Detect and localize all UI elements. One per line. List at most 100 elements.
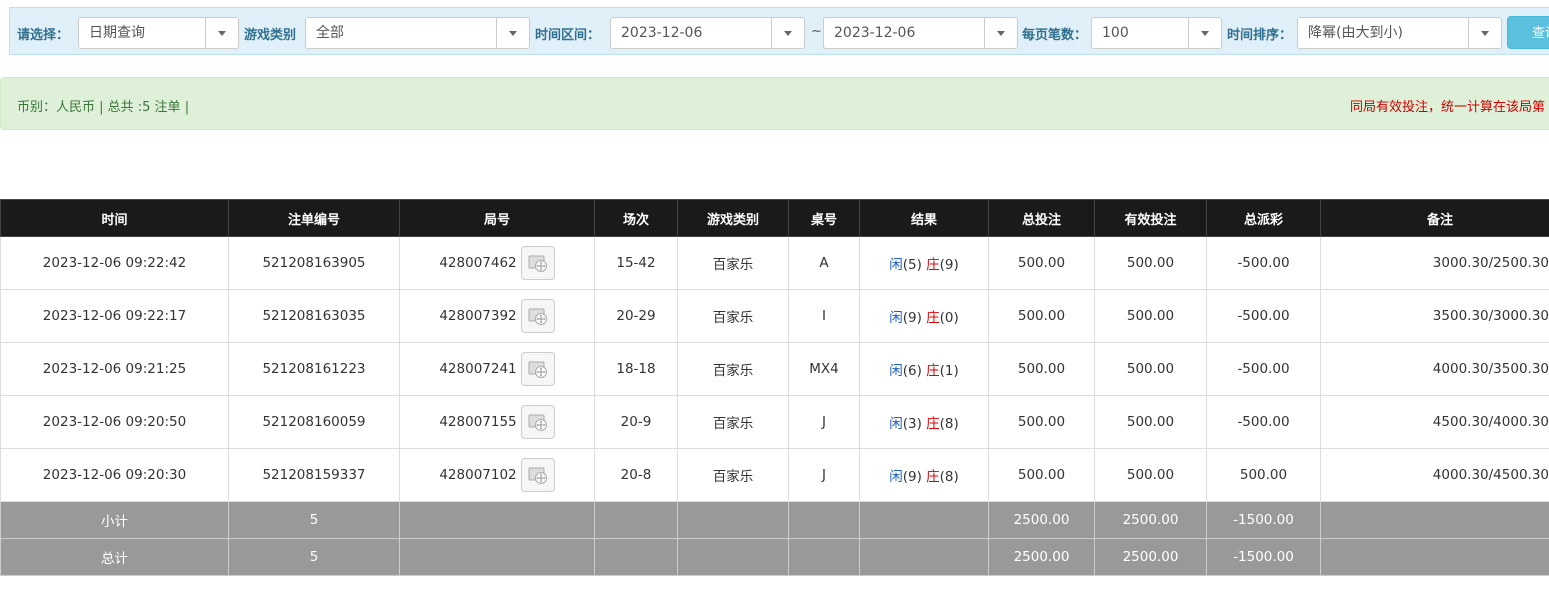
round-number: 428007462 — [439, 255, 517, 271]
total-label: 总计 — [0, 538, 229, 576]
banker-label: 庄 — [926, 310, 940, 326]
cell-game: 百家乐 — [677, 395, 789, 449]
total-count: 5 — [228, 538, 400, 576]
player-label: 闲 — [889, 310, 903, 326]
cell-bet-id: 521208163905 — [228, 236, 400, 290]
banker-score: (8) — [939, 469, 959, 485]
cell-result: 闲(6) 庄(1) — [859, 342, 989, 396]
cell-session: 20-29 — [594, 289, 678, 343]
game-type-value: 全部 — [316, 25, 344, 41]
banker-label: 庄 — [926, 363, 940, 379]
cell-session: 20-9 — [594, 395, 678, 449]
cell-game: 百家乐 — [677, 236, 789, 290]
query-type-value: 日期查询 — [89, 25, 145, 41]
cell-time: 2023-12-06 09:20:30 — [0, 448, 229, 502]
cell-payout: -500.00 — [1206, 342, 1321, 396]
player-label: 闲 — [889, 469, 903, 485]
cell-payout: -500.00 — [1206, 395, 1321, 449]
query-button[interactable]: 查询 — [1507, 16, 1549, 49]
start-date-select[interactable]: 2023-12-06 — [610, 17, 805, 49]
header-payout: 总派彩 — [1206, 199, 1321, 237]
subtotal-payout: -1500.00 — [1206, 501, 1321, 539]
banker-score: (9) — [939, 257, 959, 273]
banker-score: (8) — [939, 416, 959, 432]
game-type-label: 游戏类别 — [244, 28, 297, 43]
cell-round: 428007462 — [399, 236, 595, 290]
total-row: 总计 5 2500.00 2500.00 -1500.00 — [0, 538, 1549, 576]
banker-score: (1) — [939, 363, 959, 379]
cell-result: 闲(5) 庄(9) — [859, 236, 989, 290]
header-valid-bet: 有效投注 — [1094, 199, 1207, 237]
sort-value: 降幂(由大到小) — [1308, 25, 1403, 41]
cell-note: 3000.30/2500.30 — [1320, 236, 1549, 290]
cell-total-bet: 500.00 — [988, 448, 1095, 502]
video-replay-icon[interactable] — [520, 458, 555, 492]
subtotal-valid-bet: 2500.00 — [1094, 501, 1207, 539]
cell-note: 4000.30/3500.30 — [1320, 342, 1549, 396]
time-range-label: 时间区间： — [535, 28, 601, 43]
video-replay-icon[interactable] — [520, 405, 555, 439]
cell-valid-bet: 500.00 — [1094, 289, 1207, 343]
cell-round: 428007155 — [399, 395, 595, 449]
chevron-down-icon — [984, 18, 1017, 48]
total-payout: -1500.00 — [1206, 538, 1321, 576]
cell-table-no: MX4 — [788, 342, 860, 396]
summary-alert: 币别：人民币 | 总共 :5 注单 | 同局有效投注，统一计算在该局第 — [0, 77, 1549, 130]
query-type-select[interactable]: 日期查询 — [78, 17, 239, 49]
video-replay-icon[interactable] — [520, 246, 555, 280]
total-total-bet: 2500.00 — [988, 538, 1095, 576]
cell-valid-bet: 500.00 — [1094, 448, 1207, 502]
subtotal-label: 小计 — [0, 501, 229, 539]
header-round: 局号 — [399, 199, 595, 237]
header-table-no: 桌号 — [788, 199, 860, 237]
header-bet-id: 注单编号 — [228, 199, 400, 237]
range-separator: ~ — [811, 24, 822, 39]
cell-time: 2023-12-06 09:20:50 — [0, 395, 229, 449]
cell-session: 15-42 — [594, 236, 678, 290]
chevron-down-icon — [771, 18, 804, 48]
cell-note: 4500.30/4000.30 — [1320, 395, 1549, 449]
header-note: 备注 — [1320, 199, 1549, 237]
header-session: 场次 — [594, 199, 678, 237]
cell-total-bet: 500.00 — [988, 236, 1095, 290]
round-number: 428007392 — [439, 308, 517, 324]
player-score: (9) — [902, 310, 922, 326]
cell-time: 2023-12-06 09:22:17 — [0, 289, 229, 343]
end-date-value: 2023-12-06 — [834, 25, 916, 41]
table-row: 2023-12-06 09:20:50 521208160059 4280071… — [0, 395, 1549, 449]
player-label: 闲 — [889, 416, 903, 432]
cell-bet-id: 521208159337 — [228, 448, 400, 502]
page-size-select[interactable]: 100 — [1091, 17, 1222, 49]
game-type-select[interactable]: 全部 — [305, 17, 530, 49]
subtotal-row: 小计 5 2500.00 2500.00 -1500.00 — [0, 501, 1549, 539]
cell-valid-bet: 500.00 — [1094, 342, 1207, 396]
chevron-down-icon — [1188, 18, 1221, 48]
subtotal-total-bet: 2500.00 — [988, 501, 1095, 539]
cell-time: 2023-12-06 09:22:42 — [0, 236, 229, 290]
bet-records-table: 时间 注单编号 局号 场次 游戏类别 桌号 结果 总投注 有效投注 总派彩 备注… — [0, 199, 1549, 576]
end-date-select[interactable]: 2023-12-06 — [823, 17, 1018, 49]
cell-game: 百家乐 — [677, 342, 789, 396]
header-total-bet: 总投注 — [988, 199, 1095, 237]
cell-round: 428007241 — [399, 342, 595, 396]
round-number: 428007155 — [439, 414, 517, 430]
banker-label: 庄 — [926, 257, 940, 273]
cell-total-bet: 500.00 — [988, 342, 1095, 396]
cell-table-no: A — [788, 236, 860, 290]
header-result: 结果 — [859, 199, 989, 237]
cell-time: 2023-12-06 09:21:25 — [0, 342, 229, 396]
cell-round: 428007392 — [399, 289, 595, 343]
chevron-down-icon — [496, 18, 529, 48]
filter-bar: 请选择： 日期查询 游戏类别 全部 时间区间： 2023-12-06 ~ 202… — [9, 7, 1549, 55]
summary-text: 币别：人民币 | 总共 :5 注单 | — [17, 100, 190, 115]
cell-table-no: I — [788, 289, 860, 343]
cell-valid-bet: 500.00 — [1094, 395, 1207, 449]
header-time: 时间 — [0, 199, 229, 237]
video-replay-icon[interactable] — [520, 299, 555, 333]
player-score: (6) — [902, 363, 922, 379]
cell-bet-id: 521208161223 — [228, 342, 400, 396]
banker-score: (0) — [939, 310, 959, 326]
video-replay-icon[interactable] — [520, 352, 555, 386]
player-score: (9) — [902, 469, 922, 485]
sort-select[interactable]: 降幂(由大到小) — [1297, 17, 1502, 49]
